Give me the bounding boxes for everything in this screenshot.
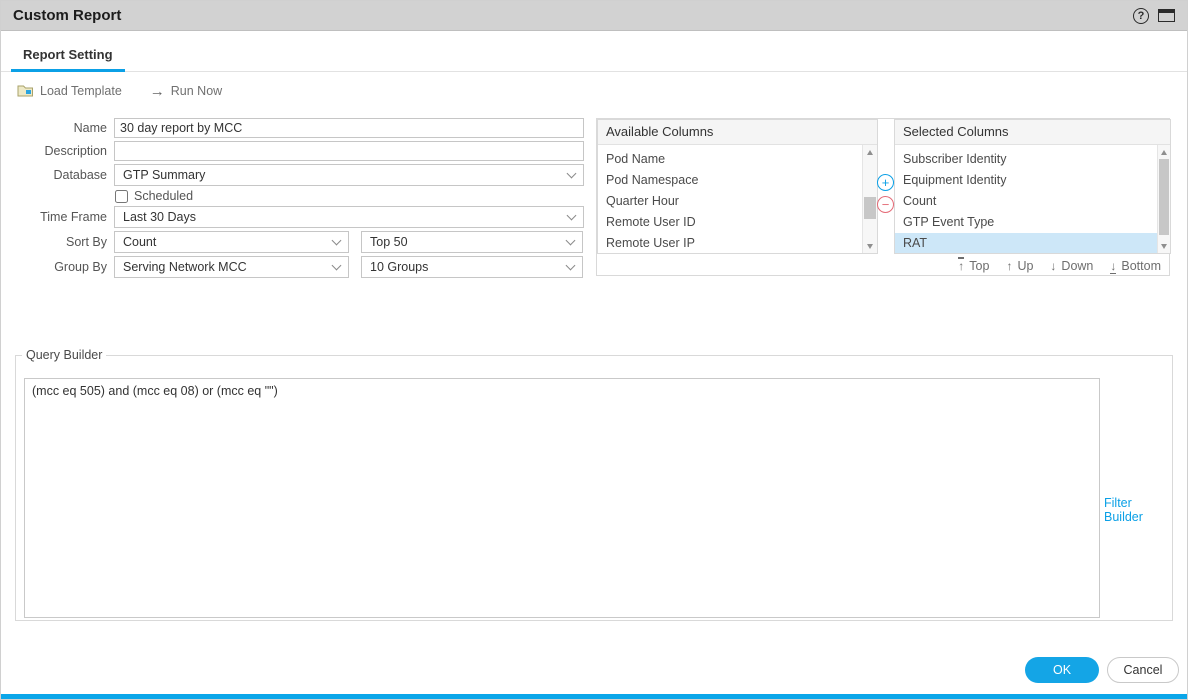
tabs-row: Report Setting bbox=[1, 31, 1187, 72]
scroll-down-icon[interactable] bbox=[863, 240, 877, 252]
column-item[interactable]: Count bbox=[895, 191, 1157, 212]
help-icon[interactable]: ? bbox=[1133, 8, 1149, 24]
move-down-button[interactable]: ↓ Down bbox=[1050, 259, 1093, 273]
scroll-down-icon[interactable] bbox=[1158, 240, 1170, 252]
chevron-down-icon bbox=[567, 168, 577, 178]
load-template-button[interactable]: Load Template bbox=[17, 83, 122, 100]
move-top-label: Top bbox=[969, 259, 989, 273]
arrow-down-icon: ↓ bbox=[1050, 260, 1056, 272]
chevron-down-icon bbox=[566, 235, 576, 245]
arrow-to-top-icon: ↑ bbox=[958, 260, 964, 272]
column-item[interactable]: RAT bbox=[895, 233, 1157, 253]
database-value: GTP Summary bbox=[123, 168, 205, 182]
query-builder-section: Query Builder (mcc eq 505) and (mcc eq 0… bbox=[15, 348, 1173, 621]
load-template-icon bbox=[17, 83, 34, 100]
column-item[interactable]: Remote User ID bbox=[598, 212, 862, 233]
report-settings-form: Name Description Database GTP Summary Sc… bbox=[1, 118, 584, 281]
remove-column-button[interactable]: − bbox=[877, 196, 894, 213]
arrow-to-bottom-icon: ↓ bbox=[1110, 260, 1116, 272]
columns-widget: Available Columns Pod NamePod NamespaceQ… bbox=[596, 118, 1170, 276]
description-input[interactable] bbox=[114, 141, 584, 161]
group-by-label: Group By bbox=[1, 260, 114, 274]
time-frame-label: Time Frame bbox=[1, 210, 114, 224]
toolbar: Load Template → Run Now bbox=[1, 72, 1187, 110]
arrow-up-icon: ↑ bbox=[1006, 260, 1012, 272]
group-by-select[interactable]: Serving Network MCC bbox=[114, 256, 349, 278]
move-down-label: Down bbox=[1061, 259, 1093, 273]
database-label: Database bbox=[1, 168, 114, 182]
sort-by-label: Sort By bbox=[1, 235, 114, 249]
scroll-up-icon[interactable] bbox=[863, 146, 877, 158]
scheduled-checkbox[interactable] bbox=[115, 190, 128, 203]
query-input[interactable]: (mcc eq 505) and (mcc eq 08) or (mcc eq … bbox=[24, 378, 1100, 618]
column-item[interactable]: Pod Name bbox=[598, 149, 862, 170]
move-bottom-button[interactable]: ↓ Bottom bbox=[1110, 259, 1161, 273]
scrollbar-thumb[interactable] bbox=[1159, 159, 1169, 235]
sort-by-value: Count bbox=[123, 235, 156, 249]
window-icon[interactable] bbox=[1158, 9, 1175, 22]
available-columns-header: Available Columns bbox=[598, 120, 877, 145]
load-template-label: Load Template bbox=[40, 84, 122, 98]
name-label: Name bbox=[1, 121, 114, 135]
group-by-value: Serving Network MCC bbox=[123, 260, 247, 274]
dialog-title: Custom Report bbox=[13, 7, 121, 24]
run-now-label: Run Now bbox=[171, 84, 222, 98]
selected-columns-scrollbar[interactable] bbox=[1157, 145, 1170, 253]
scroll-up-icon[interactable] bbox=[1158, 146, 1170, 158]
column-item[interactable]: Subscriber Identity bbox=[895, 149, 1157, 170]
ok-button[interactable]: OK bbox=[1025, 657, 1099, 683]
move-up-button[interactable]: ↑ Up bbox=[1006, 259, 1033, 273]
selected-columns-header: Selected Columns bbox=[895, 120, 1170, 145]
chevron-down-icon bbox=[332, 235, 342, 245]
selected-columns-list: Subscriber IdentityEquipment IdentityCou… bbox=[895, 145, 1157, 253]
run-now-button[interactable]: → Run Now bbox=[150, 84, 222, 99]
time-frame-select[interactable]: Last 30 Days bbox=[114, 206, 584, 228]
filter-builder-link[interactable]: Filter Builder bbox=[1104, 496, 1172, 524]
name-input[interactable] bbox=[114, 118, 584, 138]
column-item[interactable]: Quarter Hour bbox=[598, 191, 862, 212]
group-by-limit-value: 10 Groups bbox=[370, 260, 428, 274]
move-top-button[interactable]: ↑ Top bbox=[958, 259, 989, 273]
sort-by-limit-value: Top 50 bbox=[370, 235, 408, 249]
scheduled-label: Scheduled bbox=[134, 189, 193, 203]
sort-by-limit-select[interactable]: Top 50 bbox=[361, 231, 583, 253]
chevron-down-icon bbox=[567, 210, 577, 220]
column-item[interactable]: Pod Namespace bbox=[598, 170, 862, 191]
selected-columns-panel: Selected Columns Subscriber IdentityEqui… bbox=[894, 119, 1171, 254]
titlebar-icons: ? bbox=[1133, 8, 1175, 24]
chevron-down-icon bbox=[332, 260, 342, 270]
scrollbar-thumb[interactable] bbox=[864, 197, 876, 219]
move-buttons-row: ↑ Top ↑ Up ↓ Down ↓ Bottom bbox=[894, 254, 1161, 277]
title-bar: Custom Report ? bbox=[1, 1, 1187, 31]
group-by-limit-select[interactable]: 10 Groups bbox=[361, 256, 583, 278]
database-select[interactable]: GTP Summary bbox=[114, 164, 584, 186]
tab-report-setting[interactable]: Report Setting bbox=[11, 40, 125, 72]
column-item[interactable]: GTP Event Type bbox=[895, 212, 1157, 233]
time-frame-value: Last 30 Days bbox=[123, 210, 196, 224]
description-label: Description bbox=[1, 144, 114, 158]
available-columns-scrollbar[interactable] bbox=[862, 145, 877, 253]
sort-by-select[interactable]: Count bbox=[114, 231, 349, 253]
column-item[interactable]: Remote User IP bbox=[598, 233, 862, 253]
add-column-button[interactable]: + bbox=[877, 174, 894, 191]
available-columns-panel: Available Columns Pod NamePod NamespaceQ… bbox=[597, 119, 878, 254]
custom-report-dialog: Custom Report ? Report Setting Load Temp… bbox=[0, 0, 1188, 700]
chevron-down-icon bbox=[566, 260, 576, 270]
query-builder-legend: Query Builder bbox=[22, 348, 106, 362]
bottom-accent-bar bbox=[1, 694, 1187, 699]
move-bottom-label: Bottom bbox=[1121, 259, 1161, 273]
run-now-icon: → bbox=[150, 84, 165, 99]
move-up-label: Up bbox=[1017, 259, 1033, 273]
available-columns-list: Pod NamePod NamespaceQuarter HourRemote … bbox=[598, 145, 862, 253]
column-item[interactable]: Equipment Identity bbox=[895, 170, 1157, 191]
cancel-button[interactable]: Cancel bbox=[1107, 657, 1179, 683]
